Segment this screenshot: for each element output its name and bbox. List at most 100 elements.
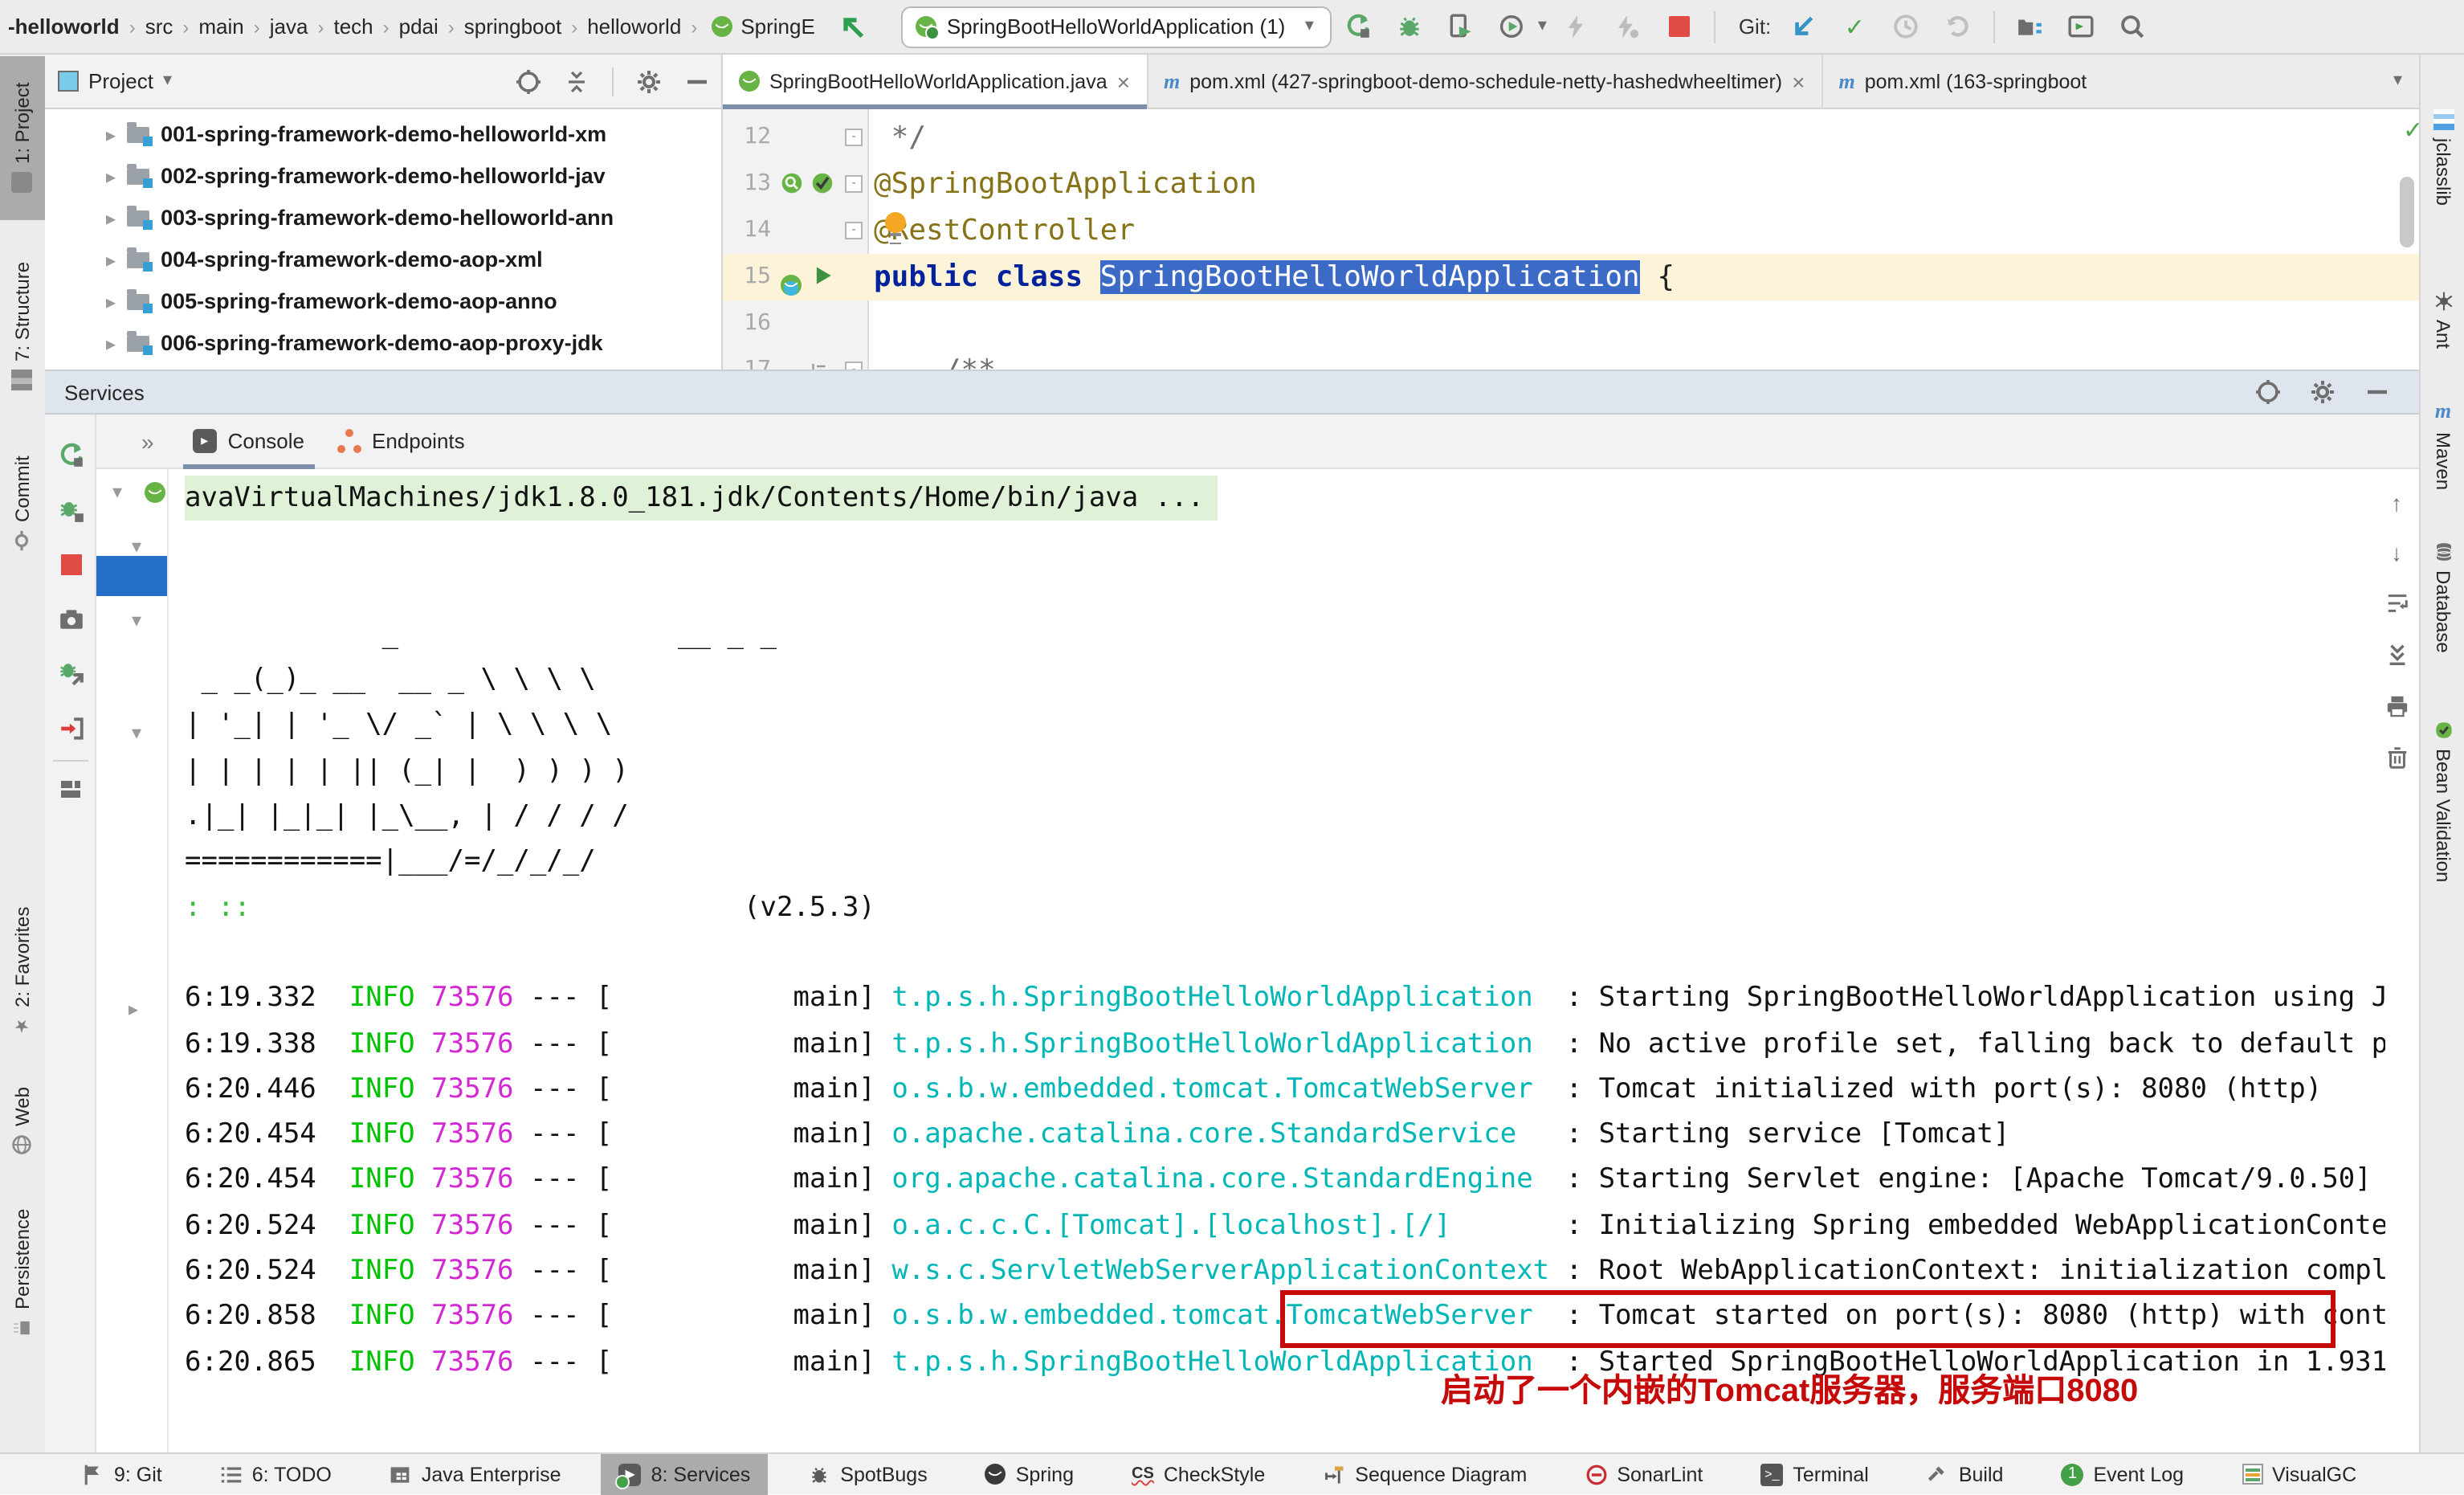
tree-expand-chevron-icon[interactable] [132,607,141,631]
tree-row[interactable]: 005-spring-framework-demo-aop-anno [45,280,723,321]
collapse-all-icon[interactable] [564,68,589,94]
toolwindow-button-terminal[interactable]: >_ Terminal [1743,1453,1887,1495]
run-button[interactable] [1337,6,1379,47]
hide-services-panel-icon[interactable] [2364,379,2390,405]
hide-panel-icon[interactable] [684,68,710,94]
intention-lightbulb-icon[interactable] [885,212,906,233]
toolwindow-button-event-log[interactable]: 1 Event Log [2043,1453,2201,1495]
breadcrumb-pdai[interactable]: pdai [398,14,440,39]
breadcrumb-src[interactable]: src [144,14,175,39]
rerun-button[interactable] [56,440,85,469]
close-tab-icon[interactable] [1792,68,1805,94]
profiler-button[interactable] [1491,6,1533,47]
toolwindow-button-sonarlint[interactable]: SonarLint [1567,1453,1720,1495]
print-icon[interactable] [2384,694,2409,718]
services-panel-header[interactable]: Services [45,370,2419,415]
toolwindow-button-visualgc[interactable]: VisualGC [2224,1453,2374,1495]
breadcrumb-current-class[interactable]: SpringE [739,14,817,39]
tree-expand-chevron-icon[interactable] [112,479,122,503]
stripe-button-commit[interactable]: Commit [0,447,45,559]
more-tree-chevrons-icon[interactable] [96,428,177,454]
locate-icon[interactable] [2255,379,2281,405]
project-view-chevron-icon[interactable] [163,75,176,88]
git-update-project-button[interactable] [1782,6,1824,47]
tree-expand-chevron-icon[interactable] [132,720,141,744]
tab-console[interactable]: ▸ Console [177,414,320,468]
run-configuration-select[interactable]: SpringBootHelloWorldApplication (1) [902,6,1332,47]
tab-endpoints[interactable]: Endpoints [320,414,481,468]
project-structure-button[interactable] [2009,6,2050,47]
profiler-dropdown-chevron-icon[interactable] [1538,20,1551,33]
stripe-button-persistence[interactable]: Persistence [0,1189,45,1358]
toolwindow-button-git[interactable]: 9: Git [64,1453,180,1495]
editor-scrollbar-thumb[interactable] [2400,177,2414,247]
expand-chevron-icon[interactable] [106,121,116,145]
breadcrumb-java[interactable]: java [268,14,310,39]
stop-process-button[interactable] [56,549,85,578]
tree-row[interactable]: 002-spring-framework-demo-helloworld-jav [45,154,723,196]
expand-chevron-icon[interactable] [106,288,116,312]
expand-chevron-icon[interactable] [106,163,116,187]
exit-process-icon[interactable] [56,713,85,742]
down-stack-trace-icon[interactable]: ↓ [2391,541,2402,564]
breadcrumb-helloworld[interactable]: helloworld [585,14,683,39]
toolwindow-button-build[interactable]: Build [1909,1453,2021,1495]
project-settings-gear-icon[interactable] [636,68,662,94]
editor-tab-pom-427[interactable]: m pom.xml (427-springboot-demo-schedule-… [1148,55,1822,108]
attach-debugger-icon[interactable] [56,659,85,688]
breadcrumb-main[interactable]: main [197,14,245,39]
editor-tab-java-file[interactable]: SpringBootHelloWorldApplication.java [723,55,1148,108]
inspections-ok-icon[interactable] [2403,116,2419,145]
run-anything-button[interactable] [2060,6,2102,47]
close-tab-icon[interactable] [1117,68,1130,94]
spring-running-gutter-icon[interactable] [781,265,803,288]
git-commit-button[interactable] [1834,6,1875,47]
toolwindow-button-sequence-diagram[interactable]: Sequence Diagram [1305,1453,1544,1495]
tree-row[interactable]: 003-spring-framework-demo-helloworld-ann [45,196,723,238]
spring-bean-gutter-icon[interactable] [781,172,803,194]
fold-marker-icon[interactable]: - [845,129,863,146]
stripe-button-structure[interactable]: 7: Structure [0,251,45,402]
search-everywhere-button[interactable] [2111,6,2153,47]
soft-wrap-icon[interactable] [2384,591,2409,615]
editor-tab-pom-163[interactable]: m pom.xml (163-springboot [1822,55,2103,108]
tree-row[interactable]: 001-spring-framework-demo-helloworld-xm [45,112,723,154]
stop-button[interactable] [1658,6,1700,47]
scroll-to-end-icon[interactable] [2384,643,2409,667]
services-tree[interactable] [96,469,169,1452]
toolwindow-button-spotbugs[interactable]: SpotBugs [790,1453,944,1495]
expand-chevron-icon[interactable] [106,247,116,271]
toolwindow-button-checkstyle[interactable]: CS CheckStyle [1114,1453,1283,1495]
layout-options-icon[interactable] [56,774,85,803]
expand-chevron-icon[interactable] [106,330,116,354]
hidden-tabs-chevron-icon[interactable] [2393,75,2406,88]
project-panel-title[interactable]: Project [88,69,153,93]
toolwindow-button-todo[interactable]: 6: TODO [202,1453,349,1495]
debug-button[interactable] [1389,6,1430,47]
stripe-button-ant[interactable]: Ant [2421,273,2464,366]
stripe-button-maven[interactable]: m Maven [2421,392,2464,498]
toolwindow-button-java-enterprise[interactable]: Java Enterprise [372,1453,579,1495]
tree-row[interactable]: 004-spring-framework-demo-aop-xml [45,238,723,280]
tree-expand-chevron-icon[interactable] [132,533,141,558]
thread-dump-camera-icon[interactable] [56,604,85,633]
up-stack-trace-icon[interactable]: ↑ [2391,492,2402,514]
fold-marker-icon[interactable]: - [845,222,863,239]
breadcrumb-tech[interactable]: tech [332,14,374,39]
toolwindow-button-services[interactable]: ▶ 8: Services [602,1453,769,1495]
toolwindow-button-spring[interactable]: Spring [968,1453,1091,1495]
rerun-debug-button[interactable] [56,495,85,524]
stripe-button-jclasslib[interactable]: jclasslib [2421,67,2464,247]
stripe-button-database[interactable]: Database [2421,524,2464,672]
stripe-button-web[interactable]: Web [0,1075,45,1168]
stripe-button-project[interactable]: 1: Project [0,56,45,220]
selected-tree-node[interactable] [96,556,169,596]
locate-file-icon[interactable] [516,68,541,94]
services-settings-gear-icon[interactable] [2310,379,2335,405]
spring-ok-gutter-icon[interactable] [811,172,834,194]
expand-chevron-icon[interactable] [106,205,116,229]
navigate-back-arrow-icon[interactable] [833,6,875,47]
run-class-gutter-icon[interactable] [813,265,835,288]
run-with-coverage-button[interactable] [1440,6,1482,47]
console-fold-arrow-icon[interactable] [129,996,138,1020]
